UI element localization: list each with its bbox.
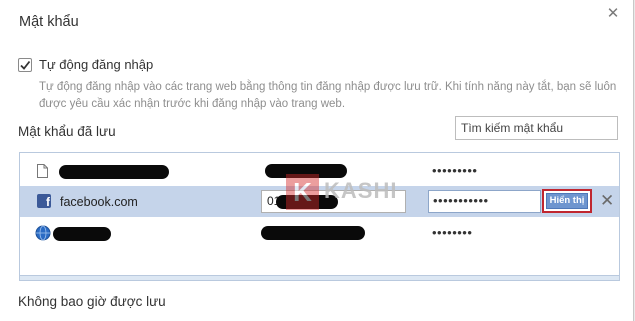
autologin-label: Tự động đăng nhập — [39, 57, 154, 72]
passwords-dialog: Mật khẩu ✕ Tự động đăng nhập Tự động đăn… — [0, 0, 634, 321]
redacted-username — [261, 226, 365, 240]
password-row[interactable]: •••••••• — [20, 218, 619, 249]
autologin-description: Tự động đăng nhập vào các trang web bằng… — [39, 81, 617, 110]
password-field[interactable]: ••••••••••• — [428, 190, 541, 213]
facebook-icon: f — [37, 194, 51, 208]
watermark-logo: K — [286, 174, 319, 210]
site-name: facebook.com — [60, 195, 138, 209]
password-value: ••••••••• — [432, 163, 478, 178]
saved-passwords-title: Mật khẩu đã lưu — [18, 124, 116, 139]
redacted-site — [53, 227, 111, 241]
dialog-title: Mật khẩu — [19, 14, 79, 30]
checkmark-icon — [20, 60, 31, 70]
list-footer — [19, 276, 620, 281]
remove-password-icon[interactable]: ✕ — [600, 192, 614, 210]
show-password-button[interactable]: Hiển thị — [542, 189, 592, 213]
close-icon[interactable]: ✕ — [606, 6, 620, 21]
saved-passwords-list: ••••••••• f facebook.com 01 ••••••••••• … — [19, 152, 620, 276]
watermark: K KASHI — [286, 174, 406, 212]
globe-icon — [35, 225, 51, 241]
document-icon — [37, 164, 48, 178]
search-passwords-input[interactable] — [455, 116, 618, 140]
never-saved-title: Không bao giờ được lưu — [18, 294, 166, 309]
password-value: •••••••• — [432, 225, 473, 240]
autologin-checkbox[interactable] — [18, 58, 32, 72]
show-password-label: Hiển thị — [546, 193, 588, 209]
redacted-site — [59, 165, 169, 179]
password-value: ••••••••••• — [433, 193, 489, 208]
watermark-text: KASHI — [324, 178, 398, 203]
